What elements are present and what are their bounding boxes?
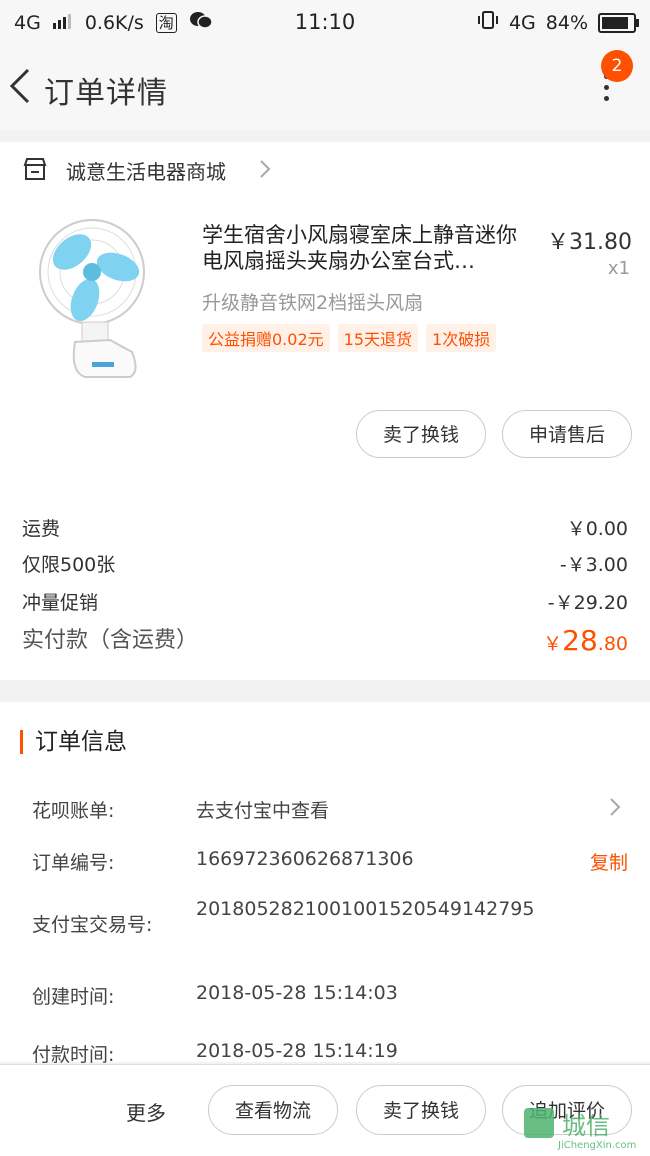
shop-icon	[22, 156, 48, 182]
sell-button[interactable]: 卖了换钱	[356, 410, 486, 458]
service-tags: 公益捐赠0.02元 15天退货 1次破损	[202, 324, 497, 352]
notification-badge: 2	[601, 50, 633, 82]
info-value: 2018-05-28 15:14:19	[196, 1040, 398, 1062]
info-value: 166972360626871306	[196, 848, 414, 870]
nav-bar: 订单详情 2	[0, 44, 650, 130]
shop-row[interactable]: 诚意生活电器商城	[0, 142, 650, 196]
fee-value: ￥0.00	[566, 518, 628, 540]
status-bar: 4G 0.6K/s 淘 11:10 4G 84%	[0, 0, 650, 44]
view-logistics-button[interactable]: 查看物流	[208, 1085, 338, 1135]
order-info-card: 订单信息 花呗账单: 去支付宝中查看 订单编号: 166972360626871…	[0, 702, 650, 1066]
total-currency: ￥	[543, 633, 563, 655]
info-label: 创建时间:	[32, 986, 115, 1008]
vibrate-icon	[477, 10, 499, 35]
info-label: 支付宝交易号:	[32, 914, 153, 936]
tag-damage: 1次破损	[426, 324, 497, 352]
tag-return: 15天退货	[337, 324, 419, 352]
info-value: 去支付宝中查看	[196, 800, 330, 822]
more-button[interactable]: 更多	[126, 1097, 166, 1126]
total-label: 实付款（含运费）	[22, 628, 199, 653]
sell-button-bottom[interactable]: 卖了换钱	[356, 1085, 486, 1135]
fee-label: 冲量促销	[22, 592, 99, 614]
fee-value: -￥29.20	[547, 592, 628, 614]
watermark-logo: 城信 JiChengXin.com	[522, 1104, 642, 1151]
network-indicator-right: 4G	[508, 11, 536, 34]
info-value: 2018-05-28 15:14:03	[196, 982, 398, 1004]
tag-charity: 公益捐赠0.02元	[202, 324, 330, 352]
after-sale-button[interactable]: 申请售后	[502, 410, 632, 458]
product-image[interactable]	[30, 212, 165, 382]
copy-button[interactable]: 复制	[590, 848, 628, 875]
chevron-right-icon	[608, 796, 622, 818]
chevron-right-icon	[258, 158, 272, 180]
status-right: 4G 84%	[477, 10, 639, 35]
page-title: 订单详情	[44, 76, 168, 111]
fee-row-coupon: 仅限500张 -￥3.00	[22, 550, 628, 577]
info-value: 2018052821001001520549142795	[196, 898, 535, 920]
back-icon[interactable]	[6, 66, 36, 106]
info-label: 花呗账单:	[32, 800, 115, 822]
product-quantity: x1	[607, 258, 630, 279]
total-amount: ￥28.80	[543, 624, 628, 657]
fee-label: 仅限500张	[22, 554, 116, 576]
info-label: 订单编号:	[32, 852, 115, 874]
fee-value: -￥3.00	[559, 554, 628, 576]
watermark-subtext: JiChengXin.com	[557, 1140, 636, 1150]
info-label: 付款时间:	[32, 1044, 115, 1066]
product-spec: 升级静音铁网2档摇头风扇	[202, 292, 424, 314]
watermark-text: 城信	[562, 1112, 610, 1140]
order-item-card: 诚意生活电器商城 学生宿舍小风扇寝室床上静音迷你电风扇摇头夹扇办公室台式… ￥3…	[0, 142, 650, 680]
fee-row-shipping: 运费 ￥0.00	[22, 514, 628, 541]
product-title[interactable]: 学生宿舍小风扇寝室床上静音迷你电风扇摇头夹扇办公室台式…	[202, 222, 537, 274]
battery-icon	[598, 12, 639, 33]
fee-row-promotion: 冲量促销 -￥29.20	[22, 588, 628, 615]
fee-label: 运费	[22, 518, 61, 540]
shop-name: 诚意生活电器商城	[66, 160, 226, 184]
order-info-title: 订单信息	[20, 730, 127, 754]
total-integer: 28	[562, 624, 598, 657]
total-decimal: .80	[597, 633, 628, 655]
product-price: ￥31.80	[547, 230, 632, 255]
total-row: 实付款（含运费） ￥28.80	[22, 622, 628, 657]
battery-percent: 84%	[545, 11, 588, 34]
